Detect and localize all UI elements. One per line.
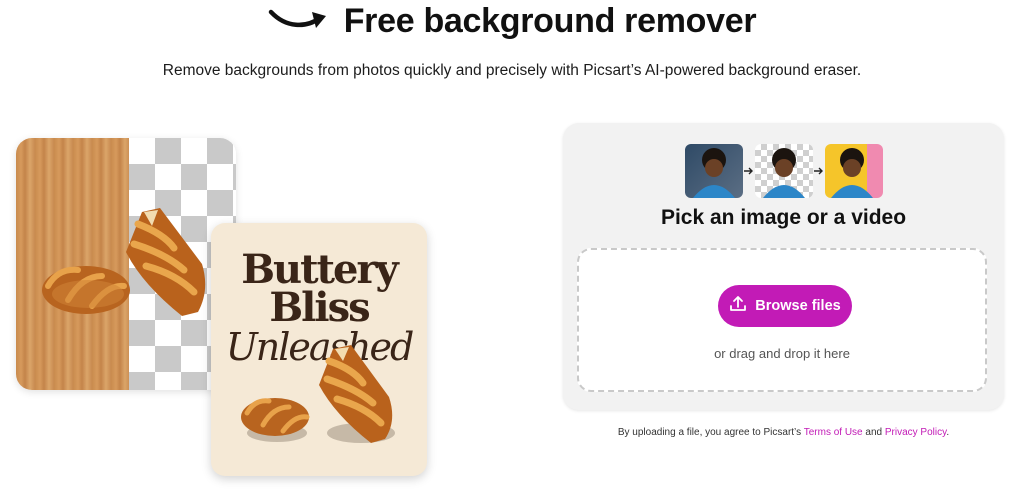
- hero-header: Free background remover: [0, 0, 1024, 42]
- legal-suffix: .: [946, 427, 950, 438]
- upload-icon: [729, 295, 747, 317]
- drag-drop-hint: or drag and drop it here: [714, 346, 850, 361]
- privacy-policy-link[interactable]: Privacy Policy: [885, 427, 947, 438]
- poster-card: Buttery Bliss Unleashed: [211, 223, 427, 476]
- before-after-card: [16, 138, 236, 390]
- terms-of-use-link[interactable]: Terms of Use: [804, 427, 863, 438]
- page-subtitle: Remove backgrounds from photos quickly a…: [162, 62, 862, 79]
- legal-and: and: [865, 427, 883, 438]
- croissant-image: [126, 208, 206, 316]
- browse-files-button[interactable]: Browse files: [718, 285, 852, 327]
- example-thumbnails: [563, 144, 1004, 198]
- example-result-thumbnail: [824, 144, 883, 198]
- example-original-thumbnail: [684, 144, 743, 198]
- legal-notice: By uploading a file, you agree to Picsar…: [563, 427, 1004, 438]
- browse-files-label: Browse files: [755, 298, 841, 314]
- croissant-image: [319, 345, 395, 443]
- curved-arrow-icon: [268, 6, 330, 37]
- page-title: Free background remover: [343, 1, 757, 40]
- legal-prefix: By uploading a file, you agree to Picsar…: [617, 427, 802, 438]
- upload-title: Pick an image or a video: [660, 206, 907, 229]
- drop-zone[interactable]: Browse files or drag and drop it here: [577, 248, 987, 392]
- upload-panel: Pick an image or a video Browse files or…: [563, 123, 1004, 410]
- arrow-right-icon: [743, 144, 755, 198]
- example-cutout-thumbnail: [754, 144, 813, 198]
- arrow-right-icon: [813, 144, 825, 198]
- croissant-image: [241, 398, 310, 442]
- poster-line: Bliss: [269, 284, 370, 331]
